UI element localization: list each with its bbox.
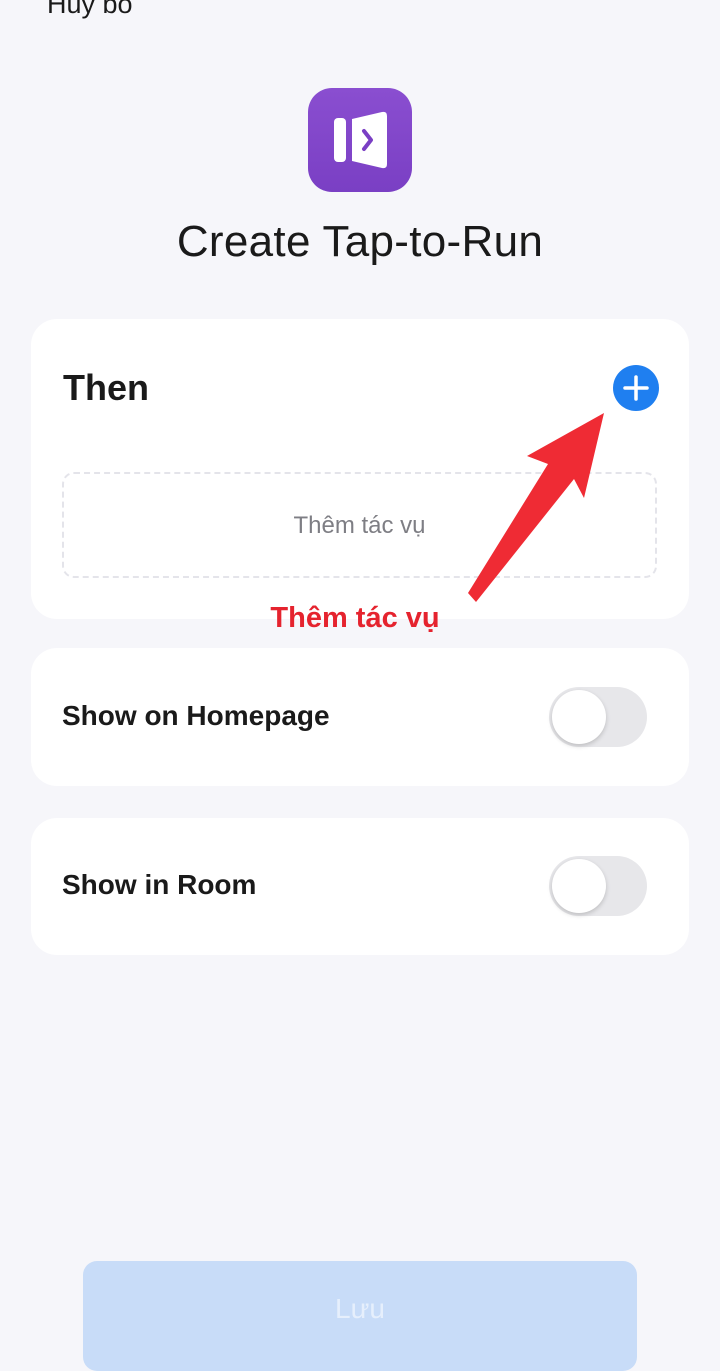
save-button[interactable]: Lưu — [83, 1261, 637, 1371]
show-in-room-card: Show in Room — [31, 818, 689, 955]
show-on-homepage-card: Show on Homepage — [31, 648, 689, 786]
tap-to-run-icon — [308, 88, 412, 192]
add-action-button[interactable] — [613, 365, 659, 411]
save-label: Lưu — [335, 1293, 385, 1324]
show-on-homepage-toggle[interactable] — [549, 687, 647, 747]
toggle-knob — [552, 690, 606, 744]
show-on-homepage-label: Show on Homepage — [62, 700, 330, 731]
show-in-room-toggle[interactable] — [549, 856, 647, 916]
plus-icon — [623, 375, 649, 401]
annotation-label: Thêm tác vụ — [270, 602, 440, 634]
toggle-knob — [552, 859, 606, 913]
page-title: Create Tap-to-Run — [176, 217, 544, 266]
cancel-link[interactable]: Hủy bỏ — [47, 0, 133, 20]
then-card: Then Thêm tác vụ — [31, 319, 689, 619]
show-in-room-label: Show in Room — [62, 869, 257, 900]
then-label: Then — [63, 367, 149, 408]
add-task-placeholder: Thêm tác vụ — [293, 512, 426, 539]
add-task-area[interactable]: Thêm tác vụ — [62, 472, 657, 578]
